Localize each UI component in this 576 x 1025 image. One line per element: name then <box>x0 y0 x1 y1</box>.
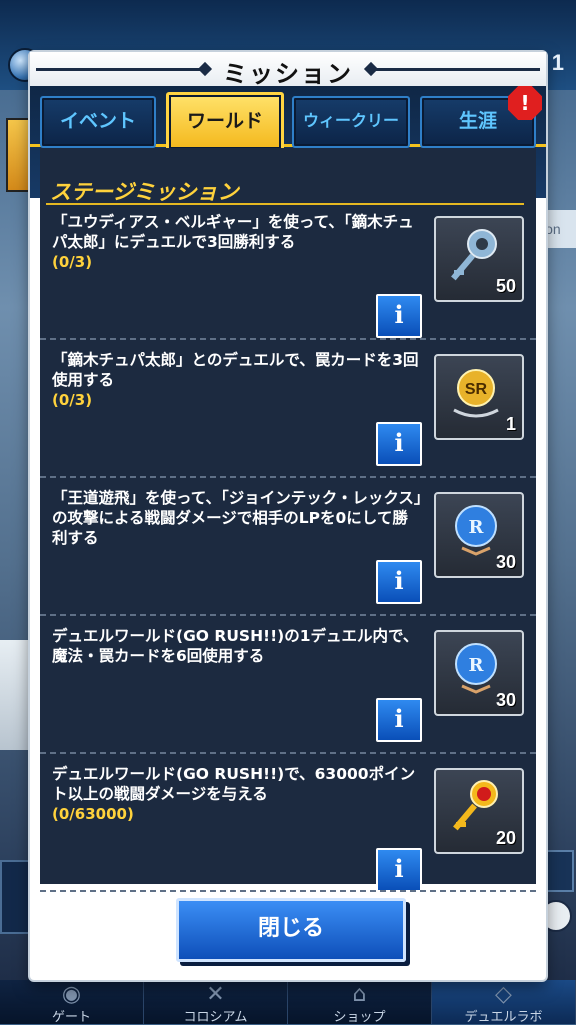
side-banner: ion <box>542 210 576 248</box>
reward-count: 50 <box>495 276 516 296</box>
nav-lab[interactable]: ◇ デュエルラボ <box>432 980 576 1025</box>
info-button[interactable]: i <box>376 848 422 892</box>
dialog-header: ミッション <box>30 52 546 88</box>
mission-text: デュエルワールド(GO RUSH!!)の1デュエル内で、魔法・罠カードを6回使用… <box>52 626 422 666</box>
reward-count: 20 <box>495 828 516 848</box>
reward-count: 1 <box>505 414 516 434</box>
mission-description: 「王道遊飛」を使って、「ジョインテック・レックス」の攻撃による戦闘ダメージで相手… <box>52 489 422 547</box>
info-button[interactable]: i <box>376 422 422 466</box>
reward-box: 20 <box>434 768 524 854</box>
nav-gate[interactable]: ◉ ゲート <box>0 980 144 1025</box>
svg-text:R: R <box>469 655 485 676</box>
tab-event[interactable]: イベント <box>40 96 156 148</box>
nav-colosseum[interactable]: ✕ コロシアム <box>144 980 288 1025</box>
reward-count: 30 <box>495 552 516 572</box>
mission-separator <box>40 338 536 340</box>
mission-text: デュエルワールド(GO RUSH!!)で、63000ポイント以上の戦闘ダメージを… <box>52 764 422 824</box>
mission-separator <box>40 752 536 754</box>
mission-text: 「鏑木チュパ太郎」とのデュエルで、罠カードを3回使用する (0/3) <box>52 350 422 410</box>
mission-item: 「ユウディアス・ベルギャー」を使って、「鏑木チュパ太郎」にデュエルで3回勝利する… <box>40 206 536 340</box>
svg-text:R: R <box>469 517 485 538</box>
mission-separator <box>40 614 536 616</box>
close-button[interactable]: 閉じる <box>176 898 406 962</box>
section-divider <box>46 203 524 205</box>
bottom-navigation: ◉ ゲート ✕ コロシアム ⌂ ショップ ◇ デュエルラボ <box>0 980 576 1025</box>
section-title: ステージミッション <box>50 180 239 204</box>
nav-colosseum-label: コロシアム <box>183 1010 248 1025</box>
mission-progress: (0/3) <box>52 391 93 409</box>
mission-text: 「ユウディアス・ベルギャー」を使って、「鏑木チュパ太郎」にデュエルで3回勝利する… <box>52 212 422 272</box>
mission-description: デュエルワールド(GO RUSH!!)で、63000ポイント以上の戦闘ダメージを… <box>52 765 416 803</box>
lab-icon: ◇ <box>495 982 512 1007</box>
mission-item: デュエルワールド(GO RUSH!!)の1デュエル内で、魔法・罠カードを6回使用… <box>40 620 536 754</box>
tab-world[interactable]: ワールド <box>166 92 284 152</box>
reward-count: 30 <box>495 690 516 710</box>
mission-list[interactable]: ステージミッション 「ユウディアス・ベルギャー」を使って、「鏑木チュパ太郎」にデ… <box>40 148 536 892</box>
reward-box: R 30 <box>434 492 524 578</box>
mission-description: 「ユウディアス・ベルギャー」を使って、「鏑木チュパ太郎」にデュエルで3回勝利する <box>52 213 414 251</box>
gate-icon: ◉ <box>61 982 82 1007</box>
nav-shop[interactable]: ⌂ ショップ <box>288 980 432 1025</box>
info-button[interactable]: i <box>376 294 422 338</box>
mission-progress: (0/3) <box>52 253 93 271</box>
top-counter: 1 <box>551 50 564 75</box>
mission-item: 「鏑木チュパ太郎」とのデュエルで、罠カードを3回使用する (0/3) SR 1 … <box>40 344 536 478</box>
reward-box: R 30 <box>434 630 524 716</box>
reward-box: 50 <box>434 216 524 302</box>
nav-lab-label: デュエルラボ <box>464 1010 543 1025</box>
nav-gate-label: ゲート <box>51 1010 91 1025</box>
reward-box: SR 1 <box>434 354 524 440</box>
mission-separator <box>40 890 536 892</box>
nav-shop-label: ショップ <box>333 1010 386 1025</box>
dialog-title: ミッション <box>223 60 353 88</box>
mission-item: 「王道遊飛」を使って、「ジョインテック・レックス」の攻撃による戦闘ダメージで相手… <box>40 482 536 616</box>
tab-weekly[interactable]: ウィークリー <box>292 96 410 148</box>
info-button[interactable]: i <box>376 698 422 742</box>
mission-item: デュエルワールド(GO RUSH!!)で、63000ポイント以上の戦闘ダメージを… <box>40 758 536 892</box>
info-button[interactable]: i <box>376 560 422 604</box>
mission-text: 「王道遊飛」を使って、「ジョインテック・レックス」の攻撃による戦闘ダメージで相手… <box>52 488 422 548</box>
mission-progress: (0/63000) <box>52 805 134 823</box>
mission-description: デュエルワールド(GO RUSH!!)の1デュエル内で、魔法・罠カードを6回使用… <box>52 627 419 665</box>
mission-separator <box>40 476 536 478</box>
mission-description: 「鏑木チュパ太郎」とのデュエルで、罠カードを3回使用する <box>52 351 419 389</box>
mission-dialog: ミッション イベント ワールド ウィークリー 生涯 ! ステージミッション 「ユ… <box>30 52 546 980</box>
svg-text:SR: SR <box>465 381 488 398</box>
shop-icon: ⌂ <box>352 982 367 1007</box>
left-panel <box>0 640 34 750</box>
colosseum-icon: ✕ <box>206 982 225 1007</box>
